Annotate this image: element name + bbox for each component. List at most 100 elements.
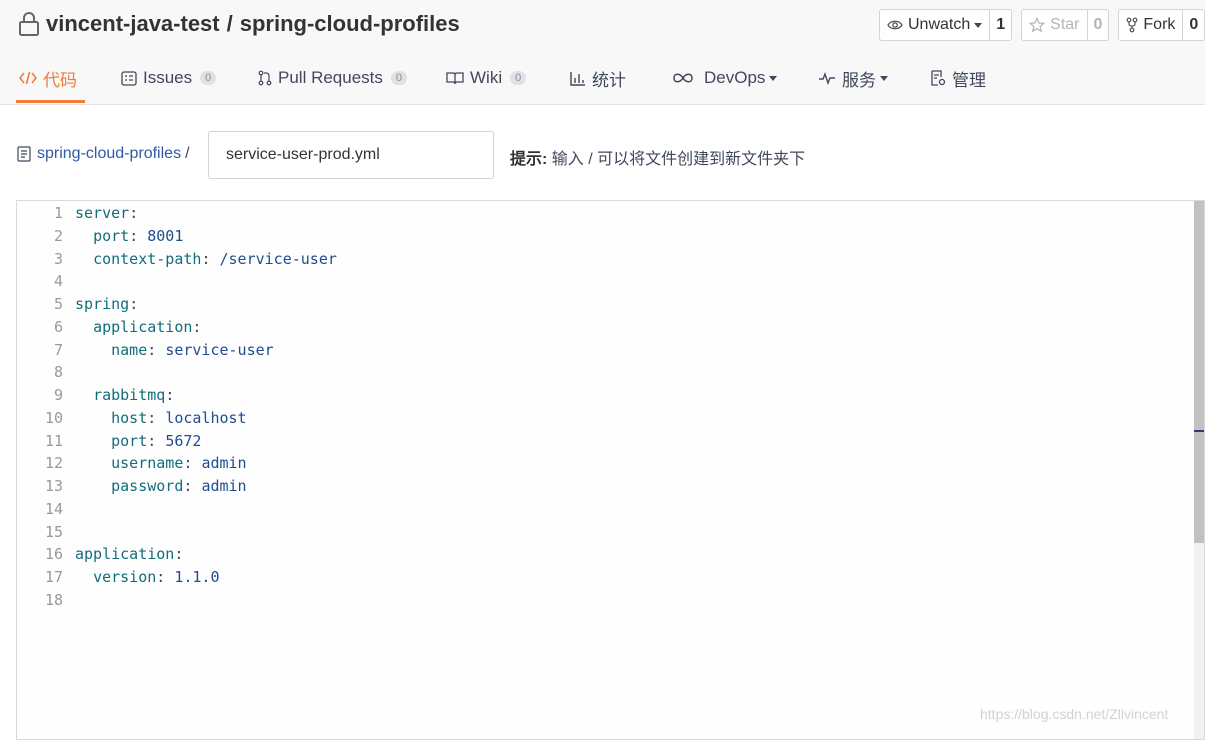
- code-line[interactable]: 8: [17, 361, 337, 384]
- code-line[interactable]: 7 name: service-user: [17, 339, 337, 362]
- repo-owner-link[interactable]: vincent-java-test: [46, 11, 220, 37]
- code-line[interactable]: 1 server:: [17, 202, 337, 225]
- yaml-value: /service-user: [219, 249, 337, 268]
- breadcrumb-root-link[interactable]: spring-cloud-profiles: [37, 145, 181, 163]
- star-icon: [1029, 17, 1046, 33]
- lock-icon: [19, 12, 39, 36]
- chevron-down-icon: [974, 22, 983, 28]
- code-line[interactable]: 17 version: 1.1.0: [17, 566, 337, 589]
- editor-scrollbar[interactable]: [1194, 201, 1204, 739]
- yaml-colon: :: [174, 545, 184, 564]
- tab-devops[interactable]: DevOps: [672, 56, 778, 100]
- code-line[interactable]: 3 context-path: /service-user: [17, 248, 337, 271]
- tab-issues[interactable]: Issues 0: [121, 56, 217, 100]
- tab-pull-requests-label: Pull Requests: [278, 68, 383, 87]
- tab-manage[interactable]: 管理: [930, 56, 986, 100]
- breadcrumb-slash: /: [185, 145, 190, 162]
- book-icon: [446, 72, 464, 85]
- star-count[interactable]: 0: [1086, 10, 1109, 40]
- yaml-colon: :: [147, 340, 157, 359]
- star-button-group: Star 0: [1021, 9, 1110, 41]
- filename-hint: 提示: 输入 / 可以将文件创建到新文件夹下: [510, 145, 805, 169]
- tab-wiki[interactable]: Wiki 0: [446, 56, 527, 100]
- line-number: 18: [44, 590, 63, 609]
- pull-requests-count-badge: 0: [390, 71, 408, 85]
- code-icon: [19, 71, 37, 85]
- repo-name-link[interactable]: spring-cloud-profiles: [240, 11, 460, 37]
- yaml-key: spring: [75, 295, 130, 313]
- yaml-value: service-user: [165, 340, 274, 359]
- tab-statistics-label: 统计: [592, 70, 626, 90]
- code-line[interactable]: 11 port: 5672: [17, 430, 337, 453]
- fork-count[interactable]: 0: [1182, 10, 1204, 40]
- tab-code[interactable]: 代码: [16, 56, 85, 103]
- repo-separator: /: [226, 11, 233, 36]
- yaml-colon: :: [129, 226, 139, 245]
- yaml-key: version: [93, 568, 157, 586]
- line-number: 10: [44, 408, 63, 427]
- code-line[interactable]: 15: [17, 521, 337, 544]
- code-line[interactable]: 16 application:: [17, 543, 337, 566]
- yaml-colon: :: [183, 477, 193, 495]
- fork-icon: [1127, 17, 1138, 33]
- hint-prefix: 提示:: [510, 151, 548, 168]
- watch-button-group: Unwatch 1: [879, 9, 1013, 41]
- active-tab-indicator: [16, 100, 85, 103]
- repo-nav-tabs: 代码 Issues 0 Pull Requests 0 Wiki 0 统计 De…: [0, 56, 1205, 104]
- scrollbar-marker: [1194, 430, 1204, 432]
- wiki-count-badge: 0: [510, 71, 527, 85]
- yaml-key: port: [111, 431, 148, 450]
- code-line[interactable]: 13 password: admin: [17, 475, 337, 498]
- code-line[interactable]: 4: [17, 270, 337, 293]
- code-line[interactable]: 5 spring:: [17, 293, 337, 316]
- yaml-colon: :: [192, 317, 202, 336]
- issues-count-badge: 0: [200, 71, 217, 85]
- chevron-down-icon: [769, 75, 778, 81]
- line-number: 3: [53, 249, 63, 268]
- fork-button[interactable]: Fork: [1119, 10, 1182, 40]
- code-editor[interactable]: 1 server:2 port: 8001 3 context-path: /ser…: [16, 200, 1205, 740]
- code-line[interactable]: 12 username: admin: [17, 452, 337, 475]
- unwatch-button[interactable]: Unwatch: [880, 10, 989, 40]
- line-number: 15: [44, 522, 63, 541]
- tab-statistics[interactable]: 统计: [570, 56, 626, 100]
- code-line[interactable]: 14: [17, 498, 337, 521]
- tab-code-label: 代码: [43, 70, 77, 90]
- code-line[interactable]: 2 port: 8001: [17, 225, 337, 248]
- code-line[interactable]: 9 rabbitmq:: [17, 384, 337, 407]
- tab-pull-requests[interactable]: Pull Requests 0: [258, 56, 408, 100]
- scrollbar-thumb[interactable]: [1194, 201, 1204, 543]
- code-line[interactable]: 10 host: localhost: [17, 407, 337, 430]
- tab-devops-label: DevOps: [704, 68, 766, 87]
- code-line[interactable]: 18: [17, 589, 337, 612]
- code-lines: 1 server:2 port: 8001 3 context-path: /ser…: [17, 202, 337, 612]
- line-number: 4: [53, 272, 63, 291]
- yaml-key: name: [111, 340, 148, 359]
- line-number: 11: [44, 431, 63, 450]
- fork-label: Fork: [1143, 16, 1176, 33]
- filename-input[interactable]: [208, 131, 494, 179]
- star-button[interactable]: Star: [1022, 10, 1086, 40]
- line-number: 6: [53, 317, 63, 336]
- repo-header: vincent-java-test / spring-cloud-profile…: [0, 0, 1205, 105]
- tab-services-label: 服务: [842, 70, 876, 90]
- code-line[interactable]: 6 application:: [17, 316, 337, 339]
- hint-text: 输入 / 可以将文件创建到新文件夹下: [551, 151, 806, 168]
- issues-icon: [121, 70, 137, 86]
- tab-services[interactable]: 服务: [818, 56, 888, 100]
- watch-count[interactable]: 1: [989, 10, 1011, 40]
- yaml-key: password: [111, 477, 184, 495]
- line-number: 5: [53, 295, 63, 313]
- pull-request-icon: [258, 70, 272, 86]
- yaml-value: 8001: [147, 226, 184, 245]
- line-number: 1: [53, 204, 63, 222]
- yaml-key: context-path: [93, 249, 202, 268]
- yaml-colon: :: [147, 408, 157, 427]
